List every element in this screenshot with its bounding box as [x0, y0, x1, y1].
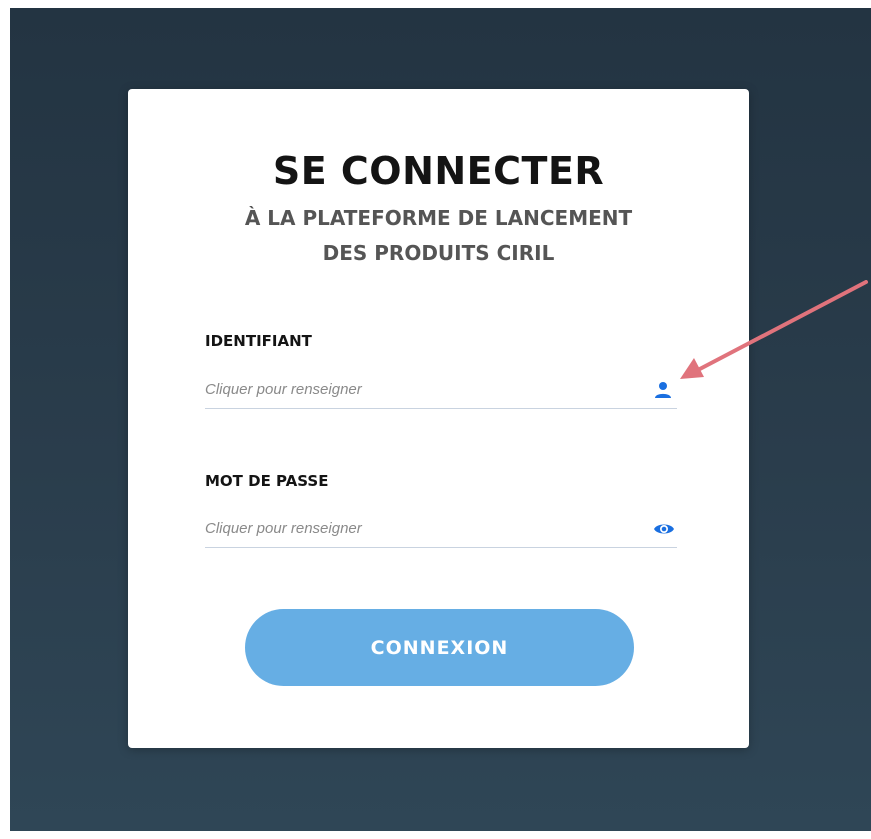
login-card: SE CONNECTER À LA PLATEFORME DE LANCEMEN… — [128, 89, 749, 748]
arrow-icon — [680, 280, 868, 379]
identifier-label: IDENTIFIANT — [205, 332, 312, 350]
identifier-field — [205, 372, 677, 409]
page-subtitle-line2: DES PRODUITS CIRIL — [322, 241, 555, 265]
password-field — [205, 511, 677, 548]
identifier-input[interactable] — [205, 372, 625, 406]
password-label: MOT DE PASSE — [205, 472, 329, 490]
eye-icon[interactable] — [653, 520, 674, 538]
connexion-button[interactable]: CONNEXION — [245, 609, 634, 686]
page-title: SE CONNECTER — [272, 149, 605, 193]
page-subtitle-line1: À LA PLATEFORME DE LANCEMENT — [244, 206, 633, 230]
password-input[interactable] — [205, 511, 625, 545]
